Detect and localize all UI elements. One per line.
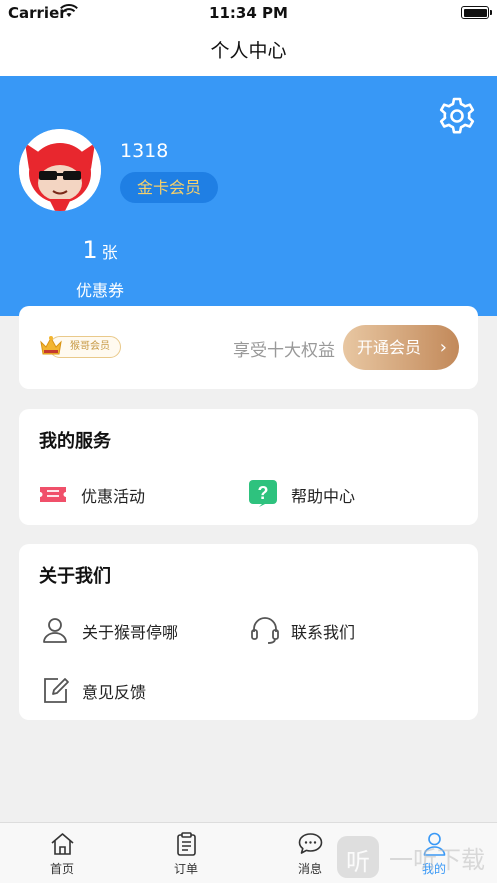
benefit-text: 享受十大权益 — [233, 341, 335, 361]
coupon-count-number: 1 — [82, 236, 98, 264]
services-title: 我的服务 — [39, 431, 111, 452]
contact-us-item[interactable]: 联系我们 — [250, 615, 410, 645]
contact-us-label: 联系我们 — [291, 623, 356, 642]
status-bar: Carrier 11:34 PM — [0, 0, 497, 26]
about-app-label: 关于猴哥停哪 — [82, 623, 179, 642]
vip-card: 猴哥会员 享受十大权益 开通会员 › — [19, 306, 478, 389]
tab-orders-label: 订单 — [173, 862, 198, 876]
open-vip-label: 开通会员 — [357, 338, 422, 357]
coupon-count[interactable]: 1张 — [0, 236, 200, 264]
message-icon — [298, 833, 323, 854]
watermark-text: 一听下载 — [389, 846, 485, 874]
username: 1318 — [120, 140, 169, 162]
tab-home-label: 首页 — [49, 862, 74, 876]
settings-gear-icon[interactable] — [437, 96, 477, 136]
tab-home[interactable]: 首页 — [0, 823, 124, 883]
member-level-badge: 金卡会员 — [120, 172, 218, 203]
help-icon: ? — [249, 480, 277, 507]
page-title: 个人中心 — [0, 26, 497, 76]
coupon-label[interactable]: 优惠券 — [0, 277, 200, 301]
vip-tag-label: 猴哥会员 — [70, 341, 110, 352]
watermark-logo: 听 — [337, 836, 379, 878]
about-title: 关于我们 — [39, 566, 111, 587]
open-vip-button[interactable]: 开通会员 › — [343, 325, 459, 370]
battery-icon — [461, 6, 492, 19]
promotions-label: 优惠活动 — [81, 487, 146, 506]
home-icon — [51, 833, 74, 855]
feedback-item[interactable]: 意见反馈 — [41, 675, 201, 705]
feedback-label: 意见反馈 — [82, 683, 147, 702]
about-card: 关于我们 关于猴哥停哪 联系我们 意见反馈 — [19, 544, 478, 720]
tab-orders[interactable]: 订单 — [124, 823, 248, 883]
ticket-icon — [40, 487, 66, 502]
avatar[interactable] — [19, 129, 101, 211]
coupon-count-unit: 张 — [101, 243, 118, 262]
crown-icon — [40, 336, 62, 355]
services-card: 我的服务 优惠活动 ? 帮助中心 — [19, 409, 478, 525]
order-icon — [177, 832, 196, 856]
help-center-item[interactable]: ? 帮助中心 — [248, 479, 408, 509]
person-icon — [43, 618, 67, 643]
watermark: 听 一听下载 — [337, 830, 497, 880]
promotions-item[interactable]: 优惠活动 — [38, 479, 198, 509]
headset-icon — [251, 617, 279, 644]
clock: 11:34 PM — [209, 4, 288, 22]
svg-text:?: ? — [258, 483, 269, 503]
edit-icon — [44, 678, 69, 703]
monkey-avatar-icon — [19, 129, 101, 211]
chevron-right-icon: › — [439, 337, 447, 358]
about-app-item[interactable]: 关于猴哥停哪 — [41, 615, 221, 645]
help-center-label: 帮助中心 — [291, 487, 356, 506]
